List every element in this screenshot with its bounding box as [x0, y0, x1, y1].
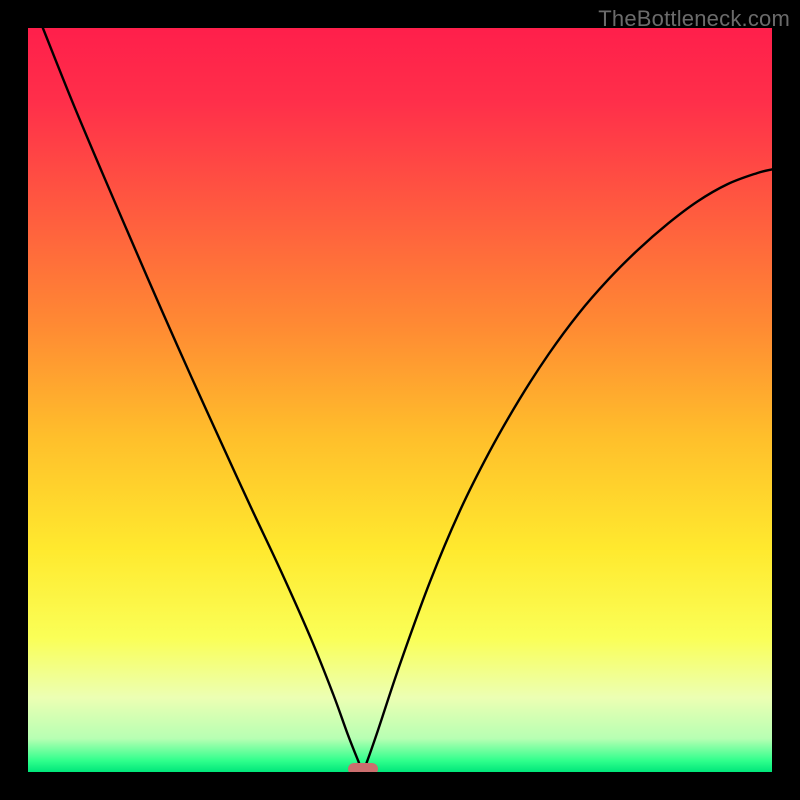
chart-frame: TheBottleneck.com	[0, 0, 800, 800]
heat-gradient-background	[28, 28, 772, 772]
plot-area	[28, 28, 772, 772]
optimal-point-marker	[348, 763, 378, 772]
